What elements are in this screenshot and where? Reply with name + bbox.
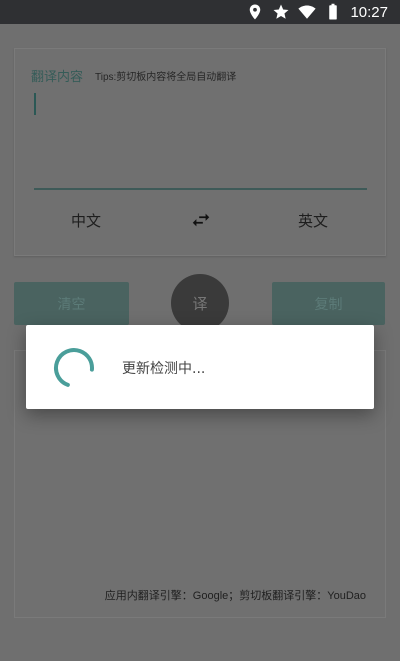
target-language[interactable]: 英文 — [298, 210, 328, 231]
update-check-dialog: 更新检测中... — [26, 325, 374, 409]
status-icons: 10:27 — [246, 3, 388, 21]
dialog-message: 更新检测中... — [122, 361, 206, 377]
status-bar: 10:27 — [0, 0, 400, 24]
input-label: 翻译内容 — [31, 70, 84, 85]
star-icon — [273, 4, 289, 19]
copy-button[interactable]: 复制 — [272, 282, 385, 325]
battery-icon — [329, 3, 338, 20]
translate-input[interactable] — [34, 188, 367, 190]
clear-button[interactable]: 清空 — [14, 282, 129, 325]
text-cursor — [34, 93, 36, 115]
engine-info: 应用内翻译引擎：Google；剪切板翻译引擎：YouDao — [104, 590, 366, 602]
translate-button[interactable]: 译 — [171, 274, 229, 332]
wifi-icon — [298, 5, 317, 19]
location-icon — [250, 4, 261, 20]
status-time: 10:27 — [350, 3, 388, 21]
clipboard-tips: Tips:剪切板内容将全局自动翻译 — [95, 72, 237, 83]
input-card: 翻译内容 Tips:剪切板内容将全局自动翻译 中文 英文 — [14, 48, 386, 256]
source-language[interactable]: 中文 — [71, 210, 101, 231]
swap-icon[interactable] — [190, 209, 212, 231]
loading-spinner-icon — [54, 348, 94, 388]
